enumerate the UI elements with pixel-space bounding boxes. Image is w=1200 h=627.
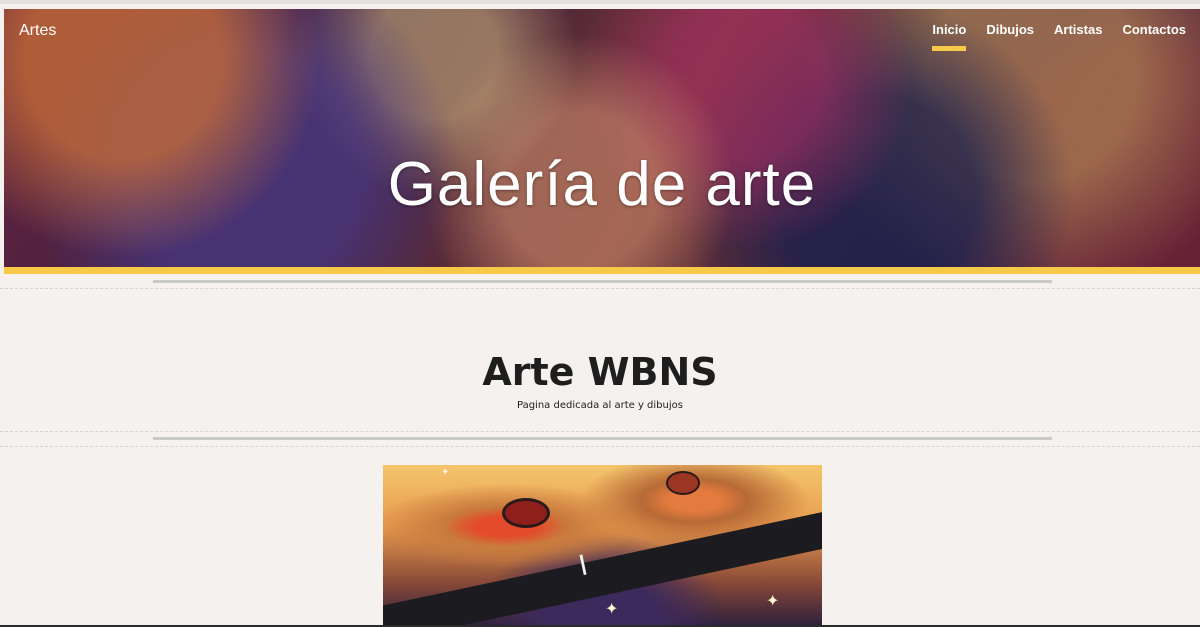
sparkle-icon: ✦ [605,601,619,618]
sparkle-icon: ✦ [441,467,450,478]
section-divider-bottom [153,437,1052,440]
artwork-eye-left [505,501,547,525]
page-subtitle: Pagina dedicada al arte y dibujos [517,400,683,411]
dashed-divider-bottom [0,431,1200,432]
hero-title: Galería de arte [387,149,817,219]
artwork-dark-band [383,501,822,627]
hero-banner: Artes Inicio Dibujos Artistas Contactos … [4,9,1200,267]
nav-item-contactos[interactable]: Contactos [1122,22,1186,37]
main-nav: Inicio Dibujos Artistas Contactos [932,22,1186,51]
nav-item-dibujos[interactable]: Dibujos [986,22,1034,37]
nav-item-artistas[interactable]: Artistas [1054,22,1102,37]
page-title: Arte WBNS [482,349,718,394]
featured-artwork-image[interactable]: I ✦ ✦ ✦ [383,465,822,627]
sparkle-icon: ✦ [766,593,780,610]
browser-top-edge [0,0,1200,4]
hero-accent-bar [4,267,1200,274]
dashed-divider-top [0,288,1200,289]
artwork-eye-right [668,473,698,493]
hero-overlay [4,9,1200,267]
section-divider-top [153,280,1052,283]
dashed-divider-lower [0,446,1200,447]
site-logo-text[interactable]: Artes [19,22,56,40]
nav-item-inicio[interactable]: Inicio [932,22,966,51]
